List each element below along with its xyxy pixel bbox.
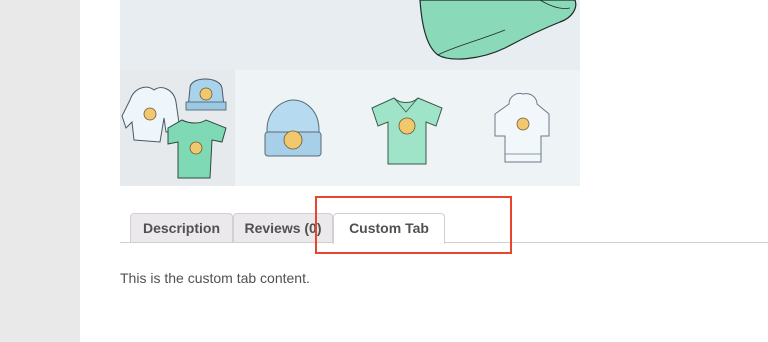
left-gutter xyxy=(0,0,80,342)
highlight-annotation xyxy=(315,196,512,254)
tab-panel-content: This is the custom tab content. xyxy=(120,270,310,286)
thumbnail-hoodie[interactable] xyxy=(465,70,580,186)
product-thumbnail-strip xyxy=(120,70,580,186)
thumbnail-beanie[interactable] xyxy=(235,70,350,186)
thumbnail-tshirt[interactable] xyxy=(350,70,465,186)
thumbnail-hoodie-set[interactable] xyxy=(120,70,235,186)
tab-description[interactable]: Description xyxy=(130,213,233,242)
product-main-image[interactable] xyxy=(120,0,580,70)
